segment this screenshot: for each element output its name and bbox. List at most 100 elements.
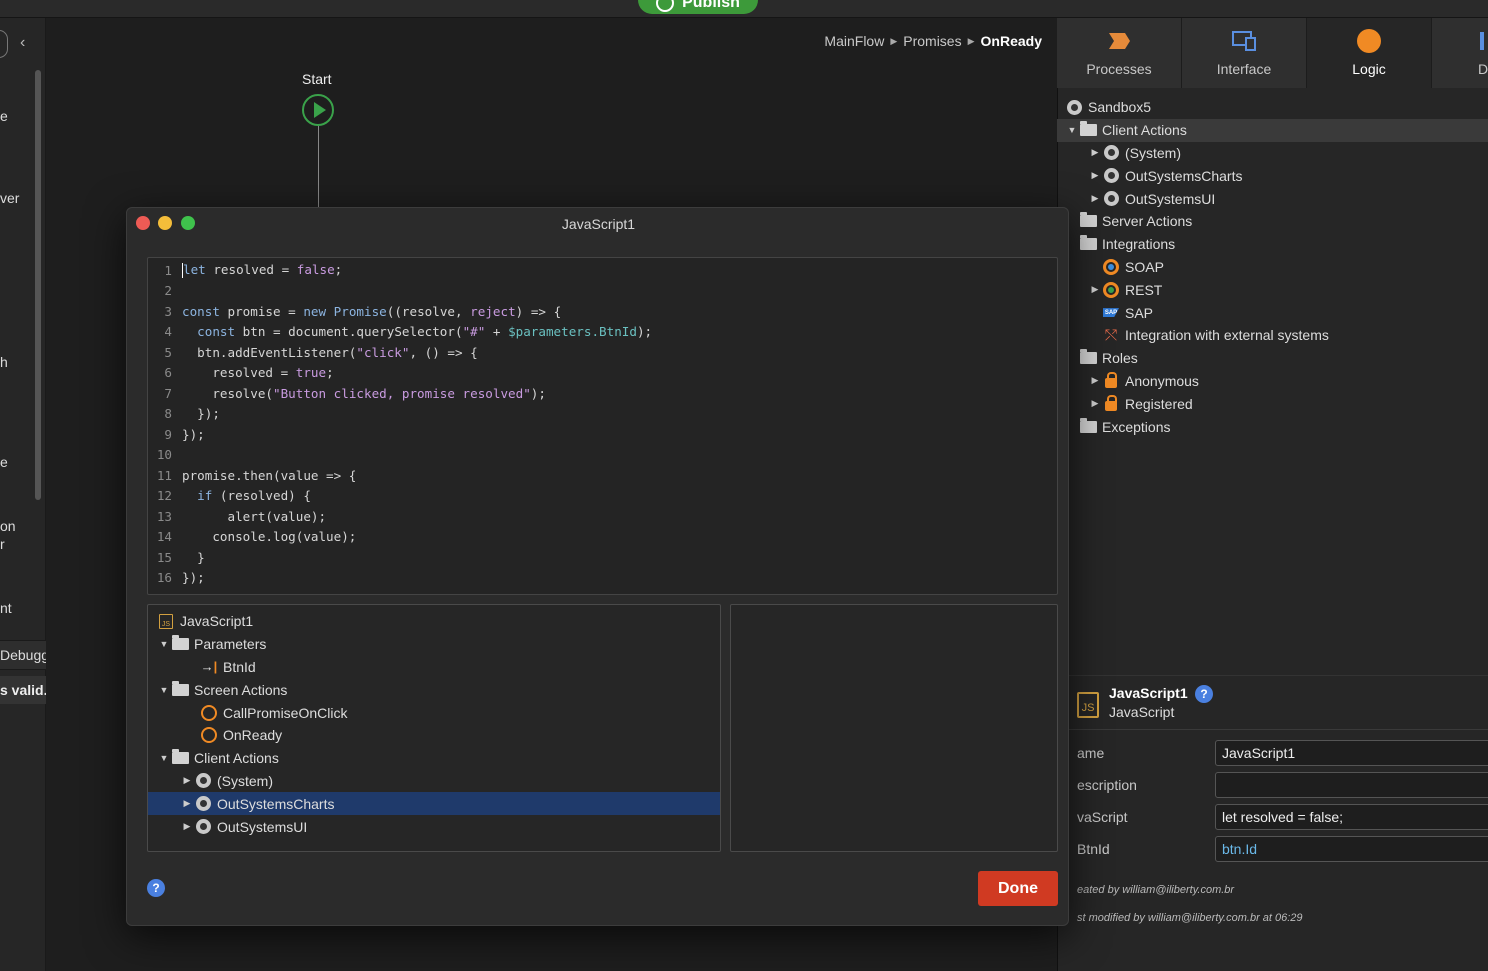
tree-item[interactable]: ▶ OutSystemsCharts <box>1057 164 1488 187</box>
tree-item[interactable]: CallPromiseOnClick <box>148 701 720 724</box>
code-text: }); <box>182 570 205 586</box>
tree-item[interactable]: ▶ Anonymous <box>1057 370 1488 393</box>
done-button[interactable]: Done <box>978 871 1058 906</box>
tree-item-label: Integration with external systems <box>1125 327 1329 344</box>
help-icon[interactable]: ? <box>1195 685 1213 703</box>
code-line[interactable]: 7 resolve("Button clicked, promise resol… <box>148 383 1059 404</box>
code-line[interactable]: 15 } <box>148 547 1059 568</box>
caret-right-icon[interactable]: ▶ <box>1088 375 1102 386</box>
left-scrollbar[interactable] <box>35 70 41 500</box>
publish-button[interactable]: Publish <box>638 0 758 14</box>
tree-item[interactable]: ▶ REST <box>1057 278 1488 301</box>
tree-item[interactable]: SAP SAP <box>1057 301 1488 324</box>
tree-item-label: Screen Actions <box>194 681 288 698</box>
tree-item[interactable]: → | BtnId <box>148 656 720 679</box>
breadcrumb-item[interactable]: Promises <box>903 33 961 49</box>
javascript-field[interactable]: let resolved = false; <box>1215 804 1488 830</box>
line-number: 4 <box>164 324 172 340</box>
tree-item[interactable]: Exceptions <box>1057 415 1488 438</box>
code-line[interactable]: 16}); <box>148 568 1059 589</box>
line-number: 13 <box>156 508 172 524</box>
code-line[interactable]: 12 if (resolved) { <box>148 486 1059 507</box>
tree-item-label: Parameters <box>194 636 267 653</box>
code-line[interactable]: 6 resolved = true; <box>148 363 1059 384</box>
javascript-icon: JS <box>1077 692 1099 718</box>
code-line[interactable]: 9}); <box>148 424 1059 445</box>
code-line[interactable]: 14 console.log(value); <box>148 527 1059 548</box>
tree-item[interactable]: JS JavaScript1 <box>148 610 720 633</box>
tree-item[interactable]: Sandbox5 <box>1057 96 1488 119</box>
line-number: 3 <box>164 303 172 319</box>
tree-item[interactable]: ▶ (System) <box>148 770 720 793</box>
tab-data[interactable]: D <box>1432 18 1488 88</box>
tab-processes[interactable]: Processes <box>1057 18 1182 88</box>
folder-open-icon <box>1079 121 1097 138</box>
caret-right-icon[interactable]: ▶ <box>1088 284 1102 295</box>
line-number: 16 <box>156 570 172 586</box>
caret-down-icon[interactable]: ▼ <box>157 753 171 763</box>
tree-item-label: OutSystemsCharts <box>1125 167 1243 184</box>
tree-item[interactable]: ▶ OutSystemsUI <box>1057 187 1488 210</box>
code-line[interactable]: 2 <box>148 281 1059 302</box>
code-line[interactable]: 3 const promise = new Promise((resolve, r… <box>148 301 1059 322</box>
folder-open-icon <box>171 749 189 766</box>
start-node[interactable] <box>302 94 334 126</box>
dialog-title: JavaScript1 <box>561 216 636 232</box>
caret-right-icon[interactable]: ▶ <box>1088 170 1102 181</box>
folder-open-icon <box>1079 235 1097 252</box>
caret-right-icon[interactable]: ▶ <box>1088 147 1102 158</box>
code-lines: 1 let resolved = false; 2 3 const promise = … <box>148 260 1059 588</box>
caret-right-icon[interactable]: ▶ <box>1088 193 1102 204</box>
tab-logic[interactable]: Logic <box>1307 18 1432 88</box>
caret-right-icon[interactable]: ▶ <box>180 775 194 786</box>
help-icon[interactable]: ? <box>147 879 165 897</box>
line-number: 5 <box>164 344 172 360</box>
tree-item[interactable]: Roles <box>1057 347 1488 370</box>
code-line[interactable]: 10 <box>148 445 1059 466</box>
tree-item[interactable]: ▶ (System) <box>1057 142 1488 165</box>
tree-item[interactable]: ▼ Client Actions <box>148 747 720 770</box>
caret-right-icon[interactable]: ▶ <box>180 821 194 832</box>
tree-item[interactable]: SOAP <box>1057 256 1488 279</box>
btnid-field[interactable]: btn.Id <box>1215 836 1488 862</box>
caret-down-icon[interactable]: ▼ <box>157 685 171 695</box>
code-line[interactable]: 5 btn.addEventListener("click", () => { <box>148 342 1059 363</box>
caret-down-icon[interactable]: ▼ <box>157 639 171 649</box>
tree-item[interactable]: ▼ Screen Actions <box>148 678 720 701</box>
modified-by-text: st modified by william@iliberty.com.br a… <box>1077 912 1303 924</box>
code-line[interactable]: 11 promise.then(value => { <box>148 465 1059 486</box>
description-field[interactable] <box>1215 772 1488 798</box>
code-text: }); <box>182 406 220 422</box>
caret-right-icon[interactable]: ▶ <box>180 798 194 809</box>
lock-icon <box>1102 372 1120 389</box>
line-number: 10 <box>156 447 172 463</box>
caret-down-icon[interactable]: ▼ <box>1065 125 1079 135</box>
tree-item[interactable]: ▼ Parameters <box>148 633 720 656</box>
tree-item[interactable]: ▼ Client Actions <box>1057 118 1488 142</box>
tree-item[interactable]: Integrations <box>1057 233 1488 256</box>
tree-item-label: Client Actions <box>1102 122 1187 139</box>
module-icon <box>194 819 212 835</box>
code-editor[interactable]: 1 let resolved = false; 2 3 const promise = … <box>147 257 1058 595</box>
tree-item[interactable]: Server Actions <box>1057 210 1488 233</box>
module-icon <box>194 773 212 789</box>
code-line[interactable]: 1 let resolved = false; <box>148 260 1059 281</box>
soap-icon <box>1102 258 1120 275</box>
tree-item[interactable]: ⤲ Integration with external systems <box>1057 324 1488 347</box>
tree-item[interactable]: ▶ Registered <box>1057 392 1488 415</box>
name-field[interactable]: JavaScript1 <box>1215 740 1488 766</box>
tab-interface[interactable]: Interface <box>1182 18 1307 88</box>
tree-item[interactable]: ▶ OutSystemsUI <box>148 815 720 838</box>
tree-item[interactable]: OnReady <box>148 724 720 747</box>
code-line[interactable]: 4 const btn = document.querySelector("#"… <box>148 322 1059 343</box>
code-line[interactable]: 13 alert(value); <box>148 506 1059 527</box>
flow-connector <box>318 126 319 208</box>
code-text: const btn = document.querySelector("#" +… <box>197 324 653 340</box>
tree-item-selected[interactable]: ▶ OutSystemsCharts <box>148 792 720 816</box>
chevron-left-icon[interactable]: ‹ <box>20 34 25 52</box>
code-text: if (resolved) { <box>197 488 311 504</box>
code-text: resolve("Button clicked, promise resolve… <box>182 385 546 401</box>
caret-right-icon[interactable]: ▶ <box>1088 398 1102 409</box>
breadcrumb-item[interactable]: MainFlow <box>824 33 884 49</box>
code-line[interactable]: 8 }); <box>148 404 1059 425</box>
